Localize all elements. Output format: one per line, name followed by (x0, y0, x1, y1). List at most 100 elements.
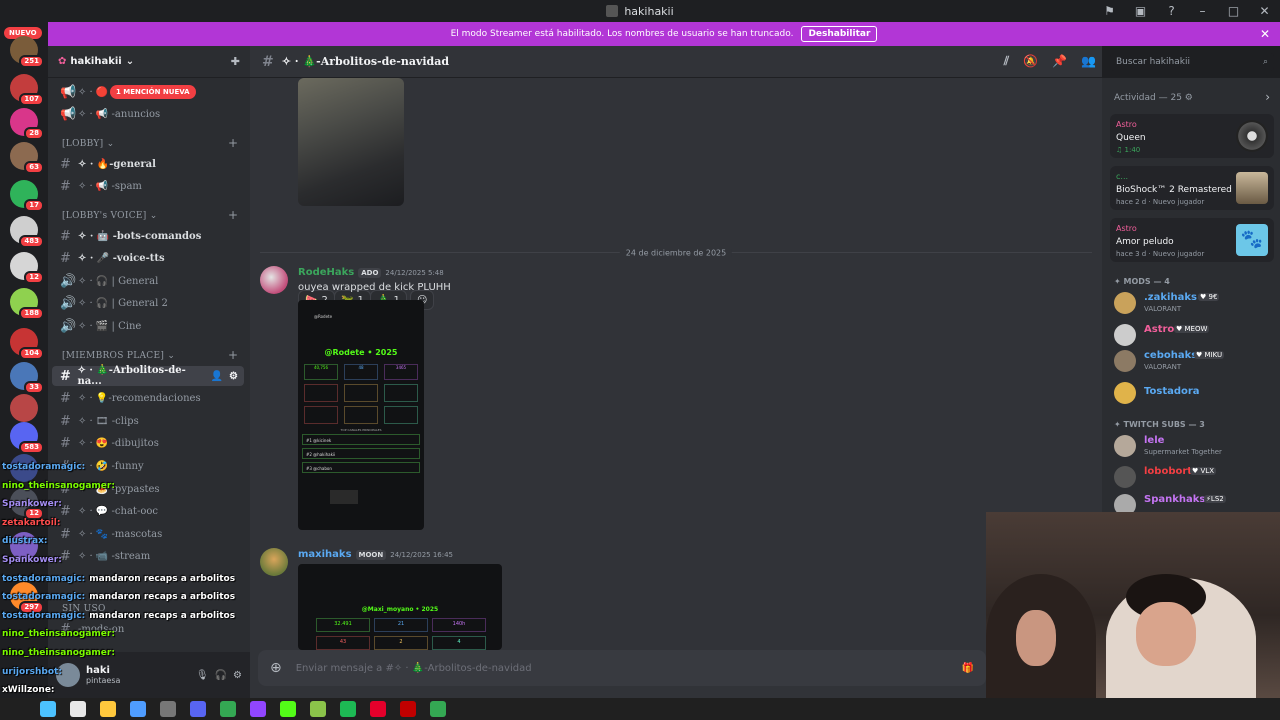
screen-icon[interactable]: ▣ (1125, 4, 1156, 18)
invite-icon[interactable]: ✚ (231, 55, 240, 68)
flag-icon[interactable]: ⚑ (1094, 4, 1125, 18)
voice-channel-cine[interactable]: 🔊 ✧ · 🎬 | Cine (52, 316, 244, 336)
channel-label: ✧ · 📢 -spam (78, 180, 142, 192)
hash-icon: # (60, 413, 71, 429)
add-member-icon[interactable]: 👤 (211, 371, 223, 382)
wrapped-image[interactable]: @Maxi_moyano • 2025 32.491 21 140h 43 2 … (298, 564, 502, 650)
server-icon[interactable]: 188 (10, 288, 44, 320)
taskbar-app-icon[interactable] (310, 701, 326, 717)
channel-spam[interactable]: # ✧ · 📢 -spam (52, 176, 244, 196)
server-icon[interactable]: 107 (10, 74, 44, 106)
taskbar-app-icon[interactable] (100, 701, 116, 717)
chat-username: xWillzone: (2, 685, 55, 696)
pin-icon[interactable]: 📌 (1052, 54, 1067, 69)
member-tag: ♥ MEOW (1174, 325, 1210, 333)
disable-button[interactable]: Deshabilitar (801, 26, 878, 42)
message-header: maxihaks MOON 24/12/2025 16:45 (298, 549, 453, 560)
wrapped-row: #1 @kicinek (302, 434, 420, 445)
channel-recomendaciones[interactable]: # ✧ · 💡-recomendaciones (52, 388, 244, 408)
taskbar-app-icon[interactable] (340, 701, 356, 717)
hash-icon: # (60, 156, 71, 172)
threads-icon[interactable]: ⫽ (1004, 54, 1009, 69)
server-icon[interactable]: 17 (10, 180, 44, 212)
voice-channel-general-2[interactable]: 🔊 ✧ · 🎧 | General 2 (52, 293, 244, 313)
server-icon[interactable]: 63 (10, 142, 44, 174)
member-item[interactable]: Astro ♥ MEOW (1114, 322, 1274, 348)
banner-close-icon[interactable]: ✕ (1260, 27, 1270, 41)
plus-icon[interactable]: ⊕ (270, 660, 282, 676)
category-lobby-voice[interactable]: [LOBBY's VOICE] ⌄ (62, 211, 158, 221)
member-item[interactable]: .zakihaks VALORANT ♥ 9€ (1114, 290, 1274, 316)
gear-icon[interactable]: ⚙ (229, 371, 238, 382)
hash-icon: # (60, 368, 71, 384)
server-icon[interactable] (10, 394, 38, 422)
guild-header[interactable]: ✿ hakihakii ⌄ ✚ (48, 46, 250, 78)
activity-header[interactable]: Actividad — 25 ⚙ (1114, 93, 1193, 103)
taskbar-app-icon[interactable] (130, 701, 146, 717)
chat-username: diustrax: (2, 536, 48, 547)
server-icon[interactable]: 583 (10, 422, 44, 454)
author-name[interactable]: maxihaks (298, 549, 352, 560)
voice-channel-general[interactable]: 🔊 ✧ · 🎧 | General (52, 271, 244, 291)
server-icon[interactable]: 28 (10, 108, 44, 140)
taskbar-app-icon[interactable] (70, 701, 86, 717)
category-miembros[interactable]: [MIEMBROS PLACE] ⌄ (62, 351, 175, 361)
activity-card[interactable]: c... BioShock™ 2 Remastered hace 2 d · N… (1110, 166, 1274, 210)
message-image[interactable] (298, 78, 404, 206)
add-channel-icon[interactable]: + (228, 136, 238, 150)
channel-anuncios[interactable]: 📢 ✧ · 📢 -anuncios (52, 104, 244, 124)
start-icon[interactable] (40, 701, 56, 717)
server-icon[interactable]: 251 (10, 36, 44, 68)
taskbar-app-icon[interactable] (280, 701, 296, 717)
avatar[interactable] (260, 548, 288, 576)
taskbar-app-icon[interactable] (160, 701, 176, 717)
author-name[interactable]: RodeHaks (298, 267, 354, 278)
channel-arbolitos[interactable]: # ✧ · 🎄-Arbolitos-de-na... 👤 ⚙ (52, 365, 244, 387)
help-icon[interactable]: ? (1156, 4, 1187, 18)
taskbar-app-icon[interactable] (430, 701, 446, 717)
mute-bell-icon[interactable]: 🔕 (1023, 54, 1038, 69)
activity-title: Queen (1116, 133, 1146, 143)
member-item[interactable]: Tostadora (1114, 380, 1274, 406)
add-channel-icon[interactable]: + (228, 208, 238, 222)
wrapped-image[interactable]: @Rodete @Rodete • 2025 40,756 48 3465 TO… (298, 300, 424, 530)
activity-user: Astro (1116, 224, 1137, 233)
taskbar-app-icon[interactable] (220, 701, 236, 717)
channel-clips[interactable]: # ✧ · 🎞 -clips (52, 411, 244, 431)
message-text: ouyea wrapped de kick PLUHH (298, 282, 451, 293)
message-input[interactable]: Enviar mensaje a #✧ · 🎄-Arbolitos-de-nav… (296, 663, 532, 674)
member-item[interactable]: lobobort ♥ VLX (1114, 464, 1274, 490)
member-item[interactable]: cebohaks VALORANT ♥ MIKU (1114, 348, 1274, 374)
chevron-right-icon[interactable]: › (1265, 90, 1270, 104)
activity-card[interactable]: Astro Amor peludo hace 3 d · Nuevo jugad… (1110, 218, 1274, 262)
channel-general[interactable]: # ✧ · 🔥-general (52, 154, 244, 174)
taskbar-app-icon[interactable] (250, 701, 266, 717)
channel-dibujitos[interactable]: # ✧ · 😍 -dibujitos (52, 433, 244, 453)
server-icon[interactable]: 483 (10, 216, 44, 248)
server-icon[interactable]: 104 (10, 328, 44, 360)
mention-badge[interactable]: 1 MENCIÓN NUEVA (110, 85, 196, 99)
message-composer[interactable]: ⊕ Enviar mensaje a #✧ · 🎄-Arbolitos-de-n… (258, 650, 986, 686)
chat-line: nino_theinsanogamer: (2, 629, 119, 639)
member-item[interactable]: lele Supermarket Together (1114, 433, 1274, 459)
wrapped-tile (344, 384, 378, 402)
category-lobby[interactable]: [LOBBY] ⌄ (62, 139, 115, 149)
gift-icon[interactable]: 🎁 (962, 663, 974, 674)
server-icon[interactable]: 33 (10, 362, 44, 394)
search-input[interactable]: Buscar hakihakii ⌕ (1110, 53, 1274, 71)
taskbar-app-icon[interactable] (190, 701, 206, 717)
maximize-icon[interactable]: □ (1218, 4, 1249, 18)
taskbar-app-icon[interactable] (370, 701, 386, 717)
members-icon[interactable]: 👥 (1081, 54, 1096, 69)
minimize-icon[interactable]: – (1187, 4, 1218, 18)
channel-voice-tts[interactable]: # ✧ · 🎤 -voice-tts (52, 248, 244, 268)
activity-card[interactable]: Astro Queen ♫ 1:40 (1110, 114, 1274, 158)
taskbar-app-icon[interactable] (400, 701, 416, 717)
avatar[interactable] (260, 266, 288, 294)
member-name: .zakihaks (1144, 292, 1197, 303)
channel-bots-comandos[interactable]: # ✧ · 🤖 -bots-comandos (52, 226, 244, 246)
add-channel-icon[interactable]: + (228, 348, 238, 362)
close-icon[interactable]: ✕ (1249, 4, 1280, 18)
server-icon[interactable]: 12 (10, 252, 44, 284)
guild-icon: ✿ (58, 56, 67, 67)
